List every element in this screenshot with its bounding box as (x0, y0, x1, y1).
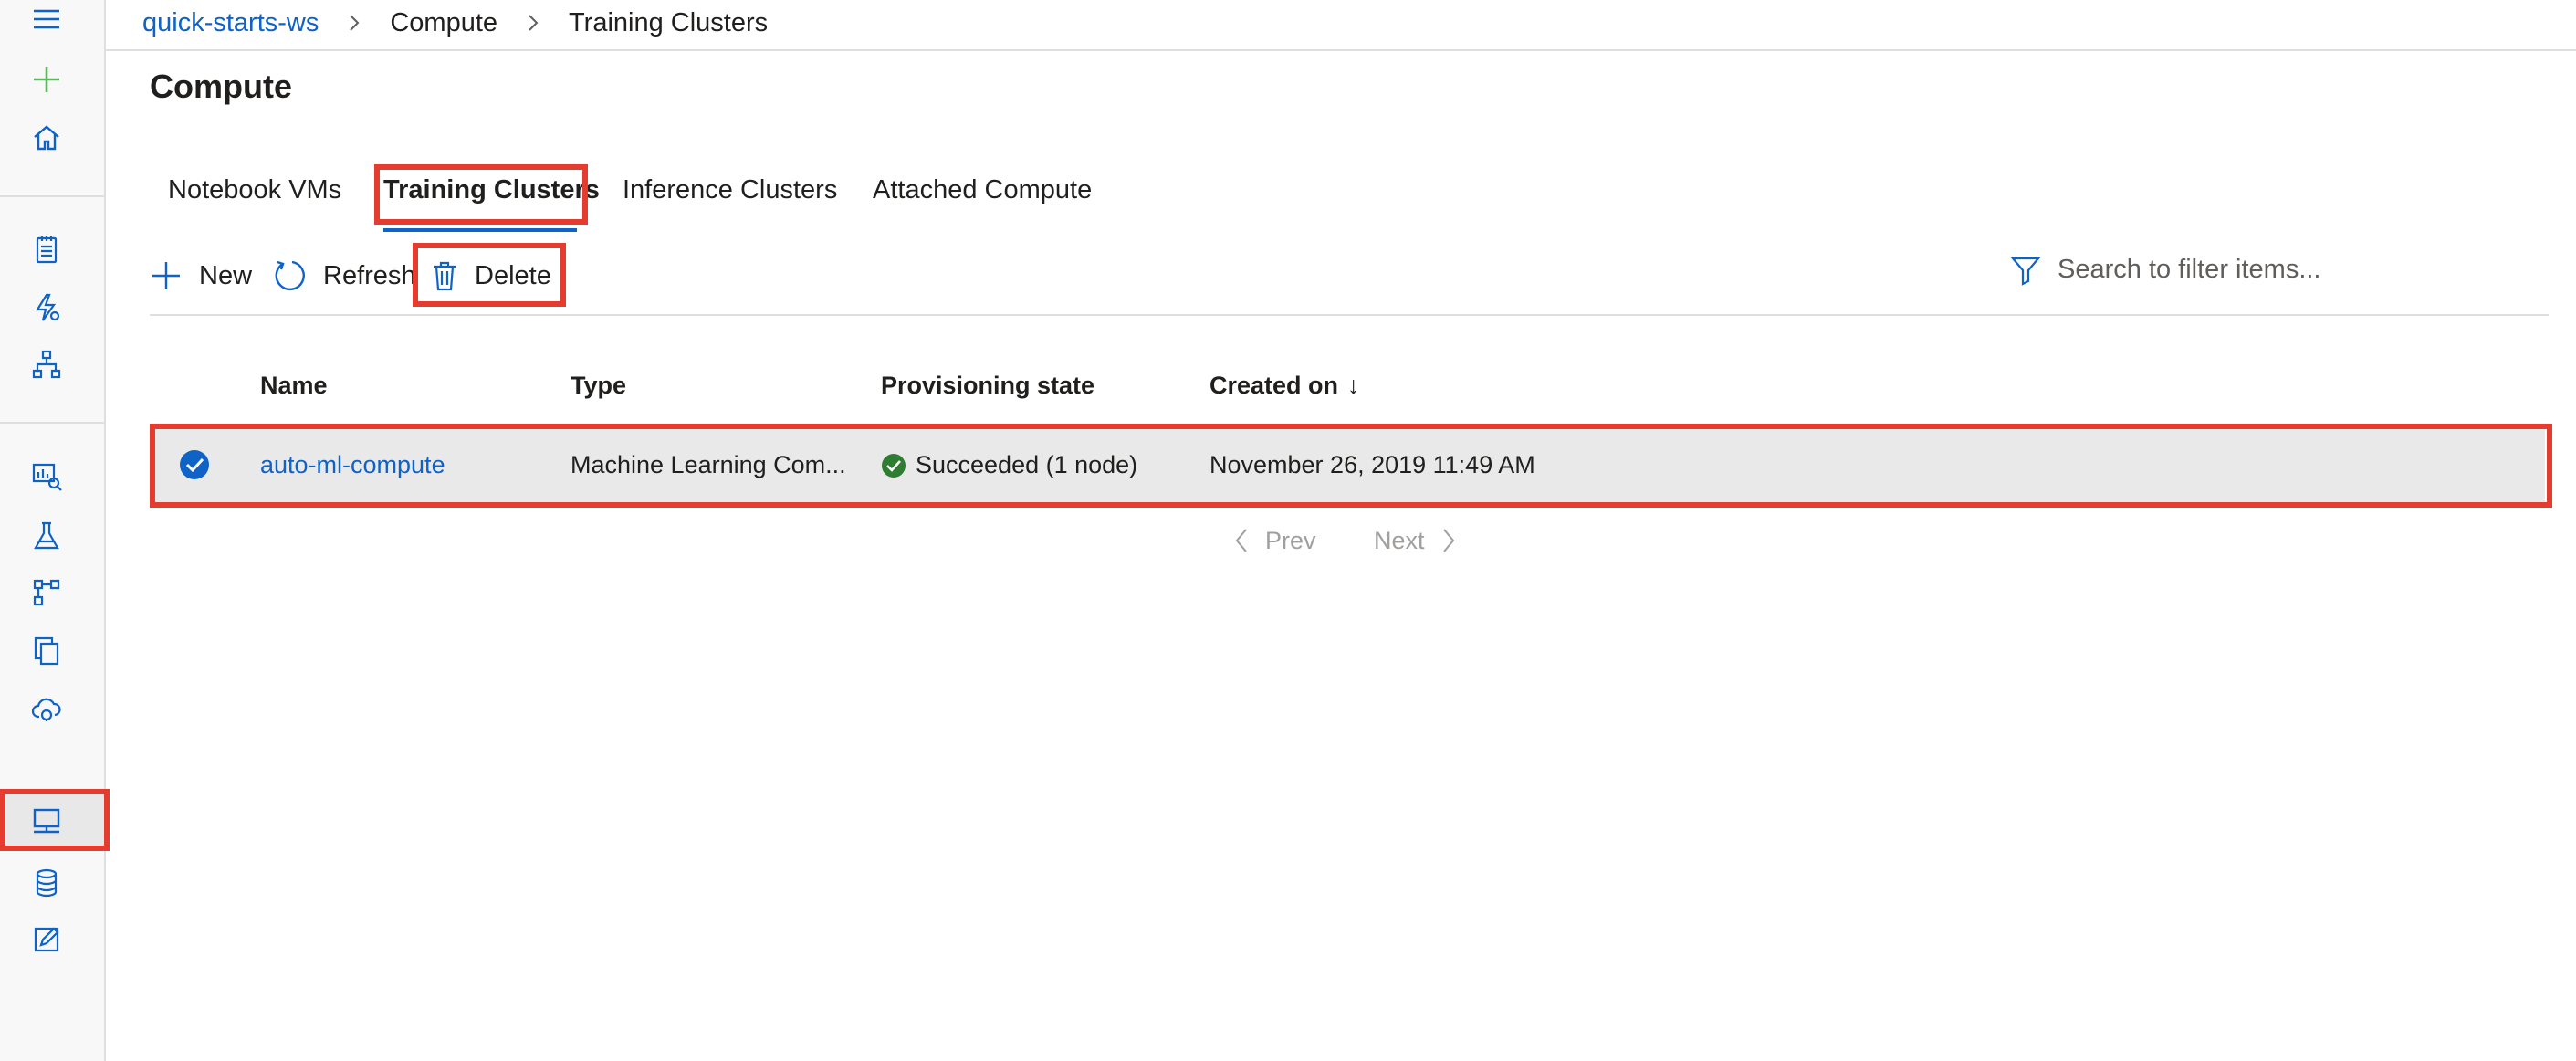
chevron-right-icon (525, 12, 541, 34)
training-clusters-tab-highlight (374, 164, 588, 225)
prev-label: Prev (1265, 526, 1316, 554)
next-page-button[interactable]: Next (1374, 526, 1458, 555)
header-divider (106, 49, 2576, 51)
chevron-right-icon (1442, 529, 1454, 552)
data-labeling-icon[interactable] (20, 915, 73, 964)
models-icon[interactable] (20, 626, 73, 676)
column-header-created-on-label: Created on (1209, 372, 1339, 399)
datasets-icon[interactable] (20, 451, 73, 500)
breadcrumb-compute-link[interactable]: Compute (390, 8, 497, 38)
refresh-button[interactable]: Refresh (272, 257, 416, 294)
pipelines-icon[interactable] (20, 568, 73, 617)
breadcrumb: quick-starts-ws Compute Training Cluster… (142, 0, 768, 46)
column-header-provisioning-state[interactable]: Provisioning state (881, 372, 1094, 400)
compute-nav-highlight (0, 789, 110, 851)
breadcrumb-current: Training Clusters (569, 7, 769, 37)
chevron-right-icon (346, 12, 362, 34)
column-header-name[interactable]: Name (260, 372, 328, 400)
refresh-icon (275, 260, 305, 291)
prev-page-button[interactable]: Prev (1232, 526, 1316, 555)
search-input[interactable] (2056, 254, 2330, 286)
filter-search (2010, 254, 2330, 286)
designer-icon[interactable] (20, 340, 73, 389)
refresh-label: Refresh (323, 260, 416, 290)
create-plus-icon[interactable] (20, 55, 73, 104)
endpoints-icon[interactable] (20, 685, 73, 734)
experiments-icon[interactable] (20, 511, 73, 561)
tab-attached-compute[interactable]: Attached Compute (873, 175, 1092, 205)
rail-divider (0, 195, 106, 197)
left-nav-rail (0, 0, 110, 1061)
rail-divider (0, 422, 106, 424)
chevron-left-icon (1235, 529, 1247, 552)
menu-icon[interactable] (20, 0, 73, 44)
toolbar-divider (150, 314, 2549, 316)
next-label: Next (1374, 526, 1425, 554)
selected-row-highlight (150, 424, 2552, 508)
notebooks-icon[interactable] (20, 225, 73, 274)
column-header-type[interactable]: Type (571, 372, 626, 400)
sort-descending-icon: ↓ (1347, 372, 1360, 399)
home-icon[interactable] (20, 113, 73, 163)
new-label: New (199, 260, 253, 290)
plus-icon (152, 262, 180, 289)
active-tab-indicator (383, 228, 577, 232)
datastores-icon[interactable] (20, 858, 73, 908)
breadcrumb-workspace-link[interactable]: quick-starts-ws (142, 8, 319, 38)
page-title: Compute (150, 68, 292, 105)
new-button[interactable]: New (150, 257, 252, 294)
tab-notebook-vms[interactable]: Notebook VMs (168, 175, 341, 205)
delete-button-highlight (413, 243, 566, 307)
filter-icon (2010, 257, 2041, 286)
column-header-created-on[interactable]: Created on ↓ (1209, 372, 1360, 400)
automated-ml-icon[interactable] (20, 283, 73, 332)
tab-inference-clusters[interactable]: Inference Clusters (623, 175, 837, 205)
